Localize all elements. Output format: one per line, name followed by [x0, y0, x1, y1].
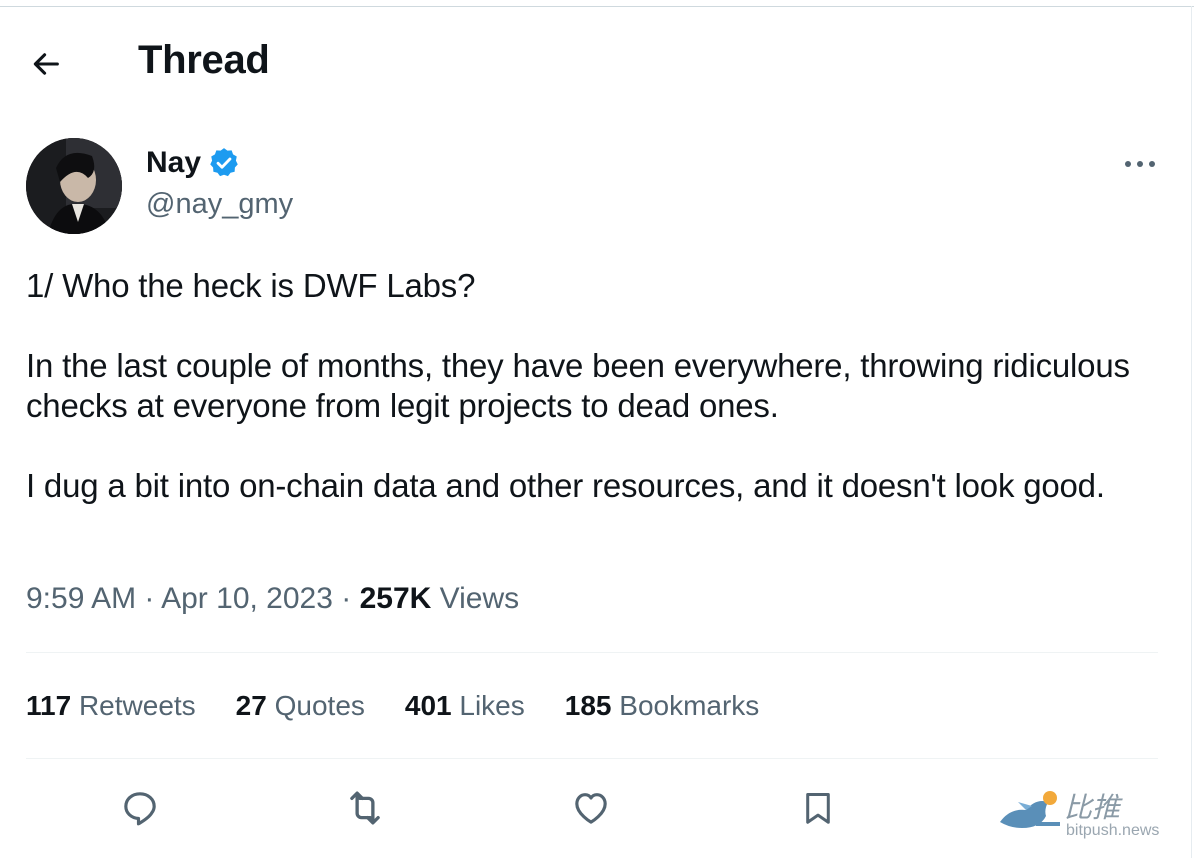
- quotes-label: Quotes: [274, 690, 365, 721]
- engagement-stats: 117 Retweets 27 Quotes 401 Likes 185 Boo…: [26, 690, 799, 722]
- watermark-url: bitpush.news: [1066, 822, 1160, 839]
- more-options-button[interactable]: [1118, 148, 1162, 180]
- tweet-paragraph: I dug a bit into on-chain data and other…: [26, 467, 1105, 504]
- tweet-date[interactable]: Apr 10, 2023: [161, 582, 333, 615]
- bookmarks-count: 185: [564, 690, 612, 721]
- divider: [26, 652, 1158, 653]
- thread-header: Thread: [0, 30, 1194, 94]
- quotes-count: 27: [235, 690, 267, 721]
- retweets-label: Retweets: [78, 690, 196, 721]
- tweet-paragraph: 1/ Who the heck is DWF Labs?: [26, 267, 476, 304]
- page-title: Thread: [138, 38, 270, 82]
- like-icon: [575, 793, 607, 824]
- retweets-count: 117: [26, 690, 72, 721]
- likes-label: Likes: [459, 690, 525, 721]
- author-handle[interactable]: @nay_gmy: [146, 188, 293, 221]
- back-arrow-icon: [33, 53, 59, 75]
- top-border: [0, 6, 1194, 7]
- bookmarks-stat[interactable]: 185 Bookmarks: [565, 690, 760, 722]
- more-icon: [1125, 161, 1155, 167]
- author-name-text: Nay: [146, 146, 202, 179]
- avatar[interactable]: [26, 138, 122, 234]
- views-label: Views: [439, 582, 520, 615]
- retweet-icon: [350, 791, 380, 825]
- bookmarks-label: Bookmarks: [619, 690, 760, 721]
- watermark-cn: 比推: [1064, 791, 1121, 824]
- likes-count: 401: [404, 690, 452, 721]
- author-name[interactable]: Nay: [146, 146, 241, 180]
- meta-separator: ·: [144, 582, 155, 615]
- retweets-stat[interactable]: 117 Retweets: [26, 690, 196, 722]
- tweet-paragraph: In the last couple of months, they have …: [26, 347, 1130, 424]
- bitpush-watermark: 比推 bitpush.news: [996, 786, 1186, 842]
- likes-stat[interactable]: 401 Likes: [405, 690, 525, 722]
- views-count: 257K: [359, 582, 432, 615]
- meta-separator: ·: [341, 582, 352, 615]
- tweet-time[interactable]: 9:59 AM: [26, 582, 136, 615]
- bookmark-icon: [806, 793, 830, 824]
- reply-icon: [124, 792, 156, 826]
- verified-badge-icon: [210, 148, 238, 177]
- tweet-text: 1/ Who the heck is DWF Labs? In the last…: [26, 266, 1146, 506]
- divider: [26, 758, 1158, 759]
- bookmark-button[interactable]: [794, 784, 842, 832]
- like-button[interactable]: [567, 784, 615, 832]
- back-button[interactable]: [26, 44, 66, 84]
- retweet-button[interactable]: [341, 784, 389, 832]
- right-border: [1191, 6, 1192, 858]
- bitpush-bird-logo-icon: [1000, 791, 1060, 828]
- reply-button[interactable]: [116, 784, 164, 832]
- quotes-stat[interactable]: 27 Quotes: [236, 690, 365, 722]
- tweet-meta: 9:59 AM · Apr 10, 2023 · 257K Views: [26, 582, 519, 616]
